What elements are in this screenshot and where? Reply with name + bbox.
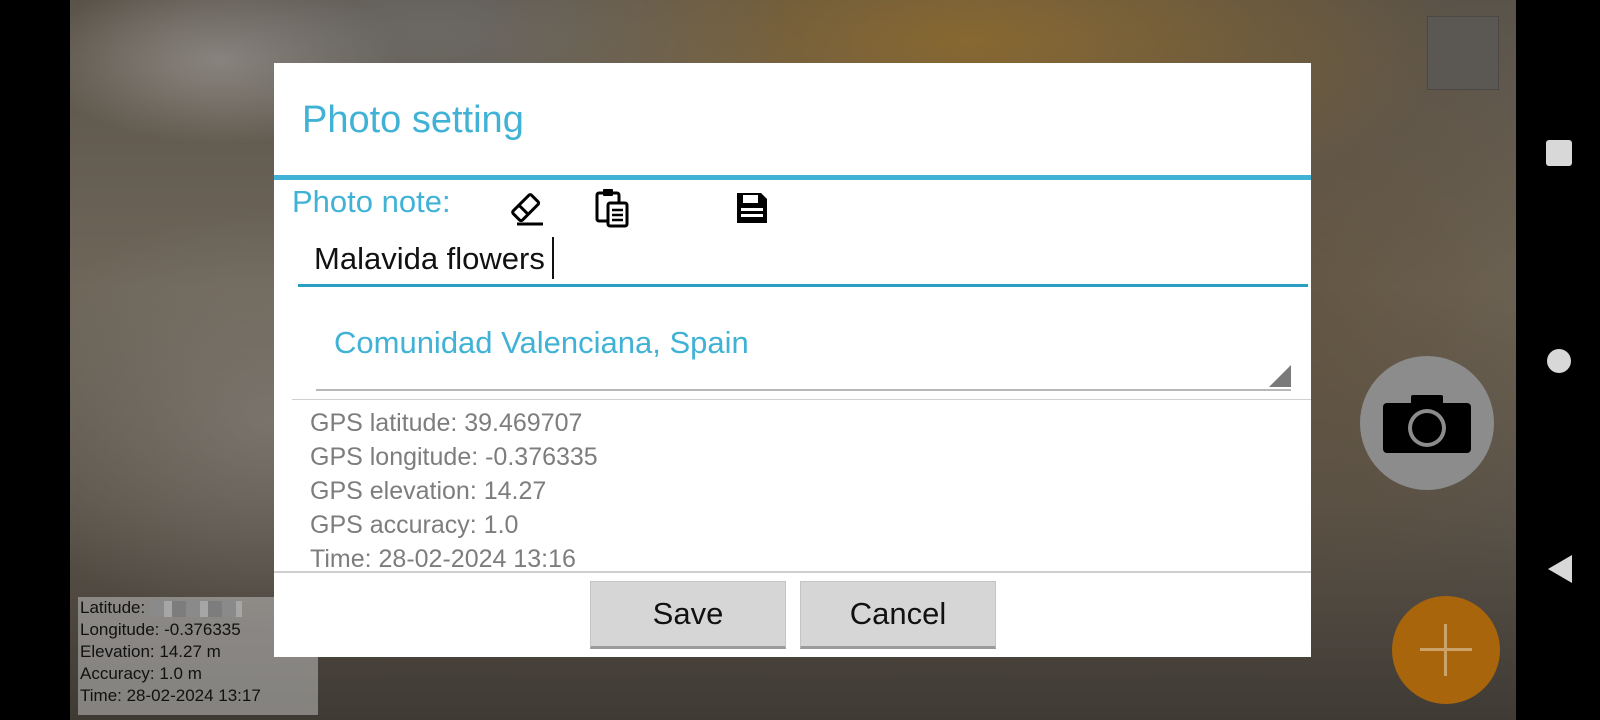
gps-elevation: GPS elevation: 14.27: [310, 477, 547, 505]
home-button[interactable]: [1542, 344, 1576, 378]
gps-info: GPS latitude: 39.469707 GPS longitude: -…: [310, 406, 598, 576]
last-photo-thumbnail[interactable]: [1427, 16, 1499, 90]
back-triangle-icon: [1548, 555, 1572, 583]
shutter-button[interactable]: [1360, 356, 1494, 490]
clear-note-button[interactable]: [506, 186, 546, 230]
recents-square-icon: [1546, 140, 1572, 166]
save-note-button[interactable]: [732, 186, 772, 230]
photo-note-label: Photo note:: [292, 184, 451, 219]
title-divider: [274, 175, 1311, 180]
save-button[interactable]: Save: [590, 581, 786, 649]
clipboard-icon: [595, 189, 629, 228]
gps-longitude: GPS longitude: -0.376335: [310, 443, 598, 471]
photo-setting-dialog: Photo setting Photo note: Malavida flowe…: [274, 63, 1311, 657]
text-cursor: [552, 237, 554, 279]
plus-icon: [1420, 624, 1472, 676]
gps-divider: [292, 399, 1311, 400]
camera-icon: [1383, 395, 1471, 453]
dialog-title: Photo setting: [302, 99, 524, 141]
recents-button[interactable]: [1542, 136, 1576, 170]
overlay-accuracy: Accuracy: 1.0 m: [80, 664, 202, 683]
gps-latitude: GPS latitude: 39.469707: [310, 409, 583, 437]
home-circle-icon: [1547, 349, 1571, 373]
location-dropdown[interactable]: Comunidad Valenciana, Spain: [316, 303, 1291, 391]
overlay-time: Time: 28-02-2024 13:17: [80, 686, 261, 705]
location-selected-value: Comunidad Valenciana, Spain: [334, 325, 749, 360]
save-disk-icon: [737, 193, 767, 223]
eraser-icon: [511, 193, 543, 226]
paste-note-button[interactable]: [592, 186, 632, 230]
button-divider: [274, 571, 1311, 573]
cancel-button[interactable]: Cancel: [800, 581, 996, 649]
redacted-latitude: [149, 600, 242, 617]
overlay-latitude-label: Latitude:: [80, 598, 146, 617]
gps-accuracy: GPS accuracy: 1.0: [310, 511, 519, 539]
add-button[interactable]: [1392, 596, 1500, 704]
back-button[interactable]: [1542, 552, 1576, 586]
photo-note-input[interactable]: [298, 233, 1308, 287]
dropdown-arrow-icon: [1269, 365, 1291, 387]
